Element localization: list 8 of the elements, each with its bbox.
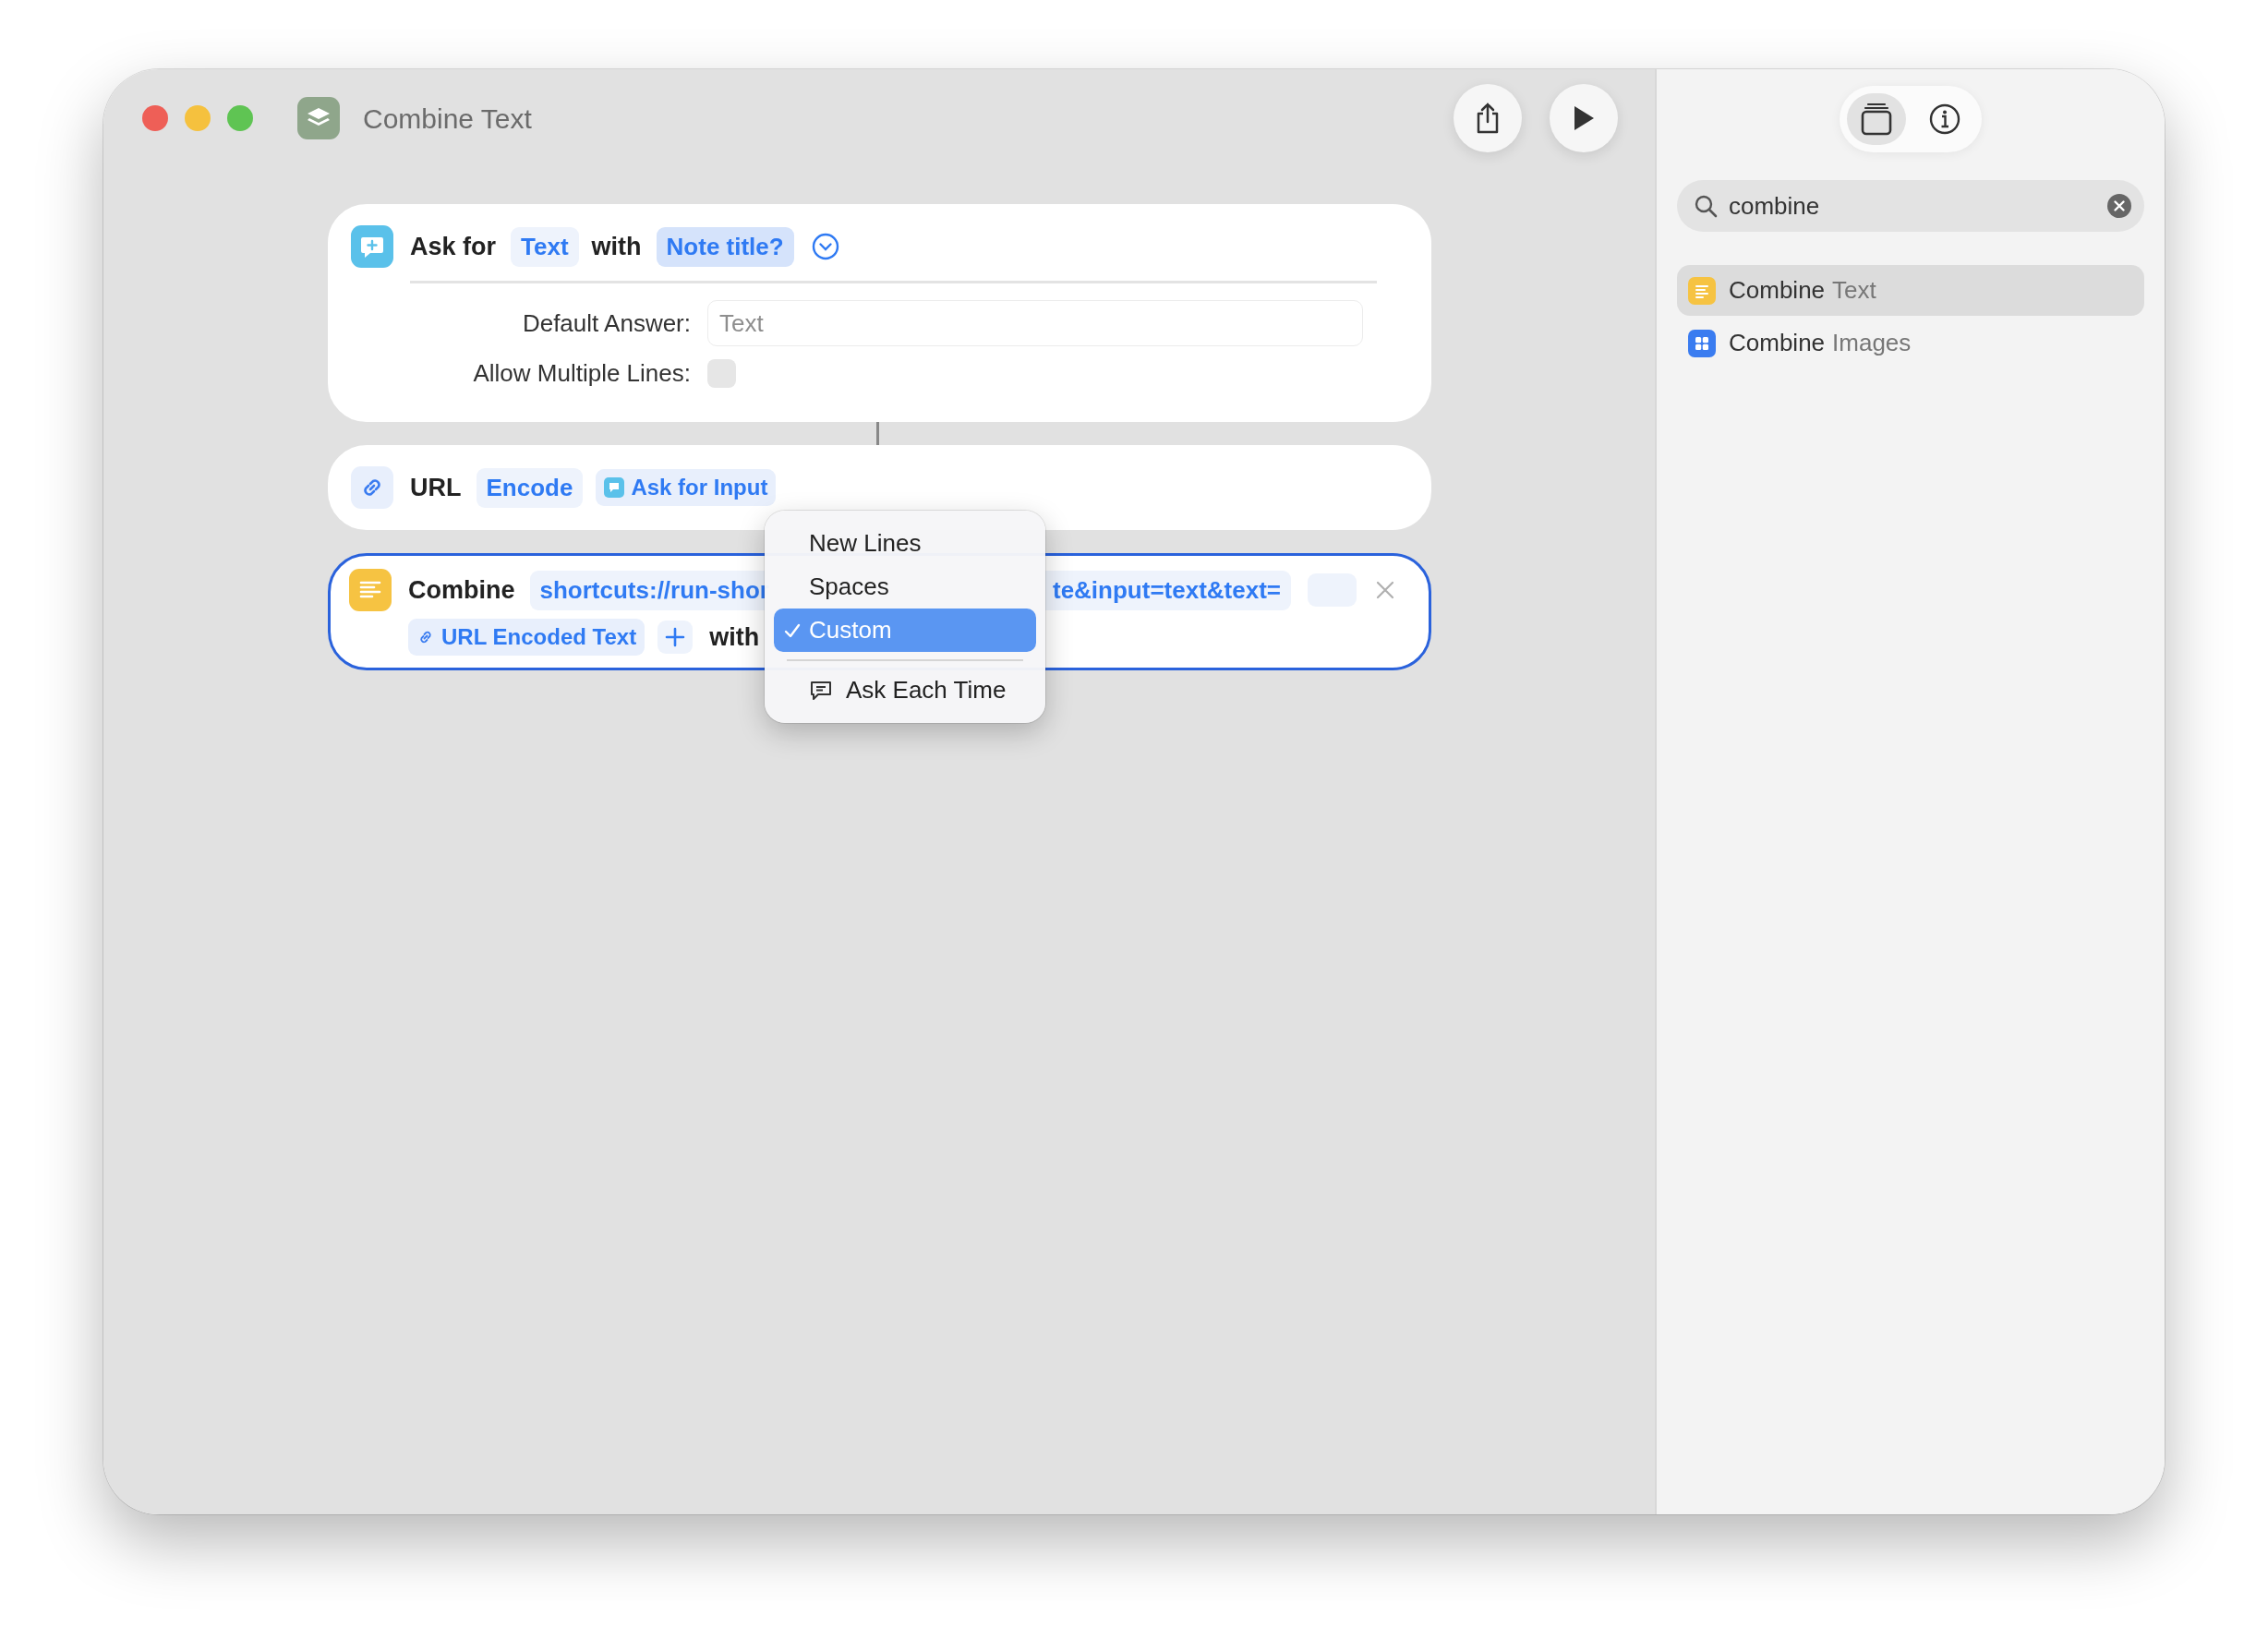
action-label: Combine [408,574,515,606]
field-label: Allow Multiple Lines: [472,358,692,389]
action-label: with [591,231,642,262]
action-label: with [709,622,760,653]
window-title: Combine Text [363,102,532,136]
action-label: Ask for [410,231,497,262]
action-label: URL [410,472,462,503]
field-label: Default Answer: [521,307,692,339]
